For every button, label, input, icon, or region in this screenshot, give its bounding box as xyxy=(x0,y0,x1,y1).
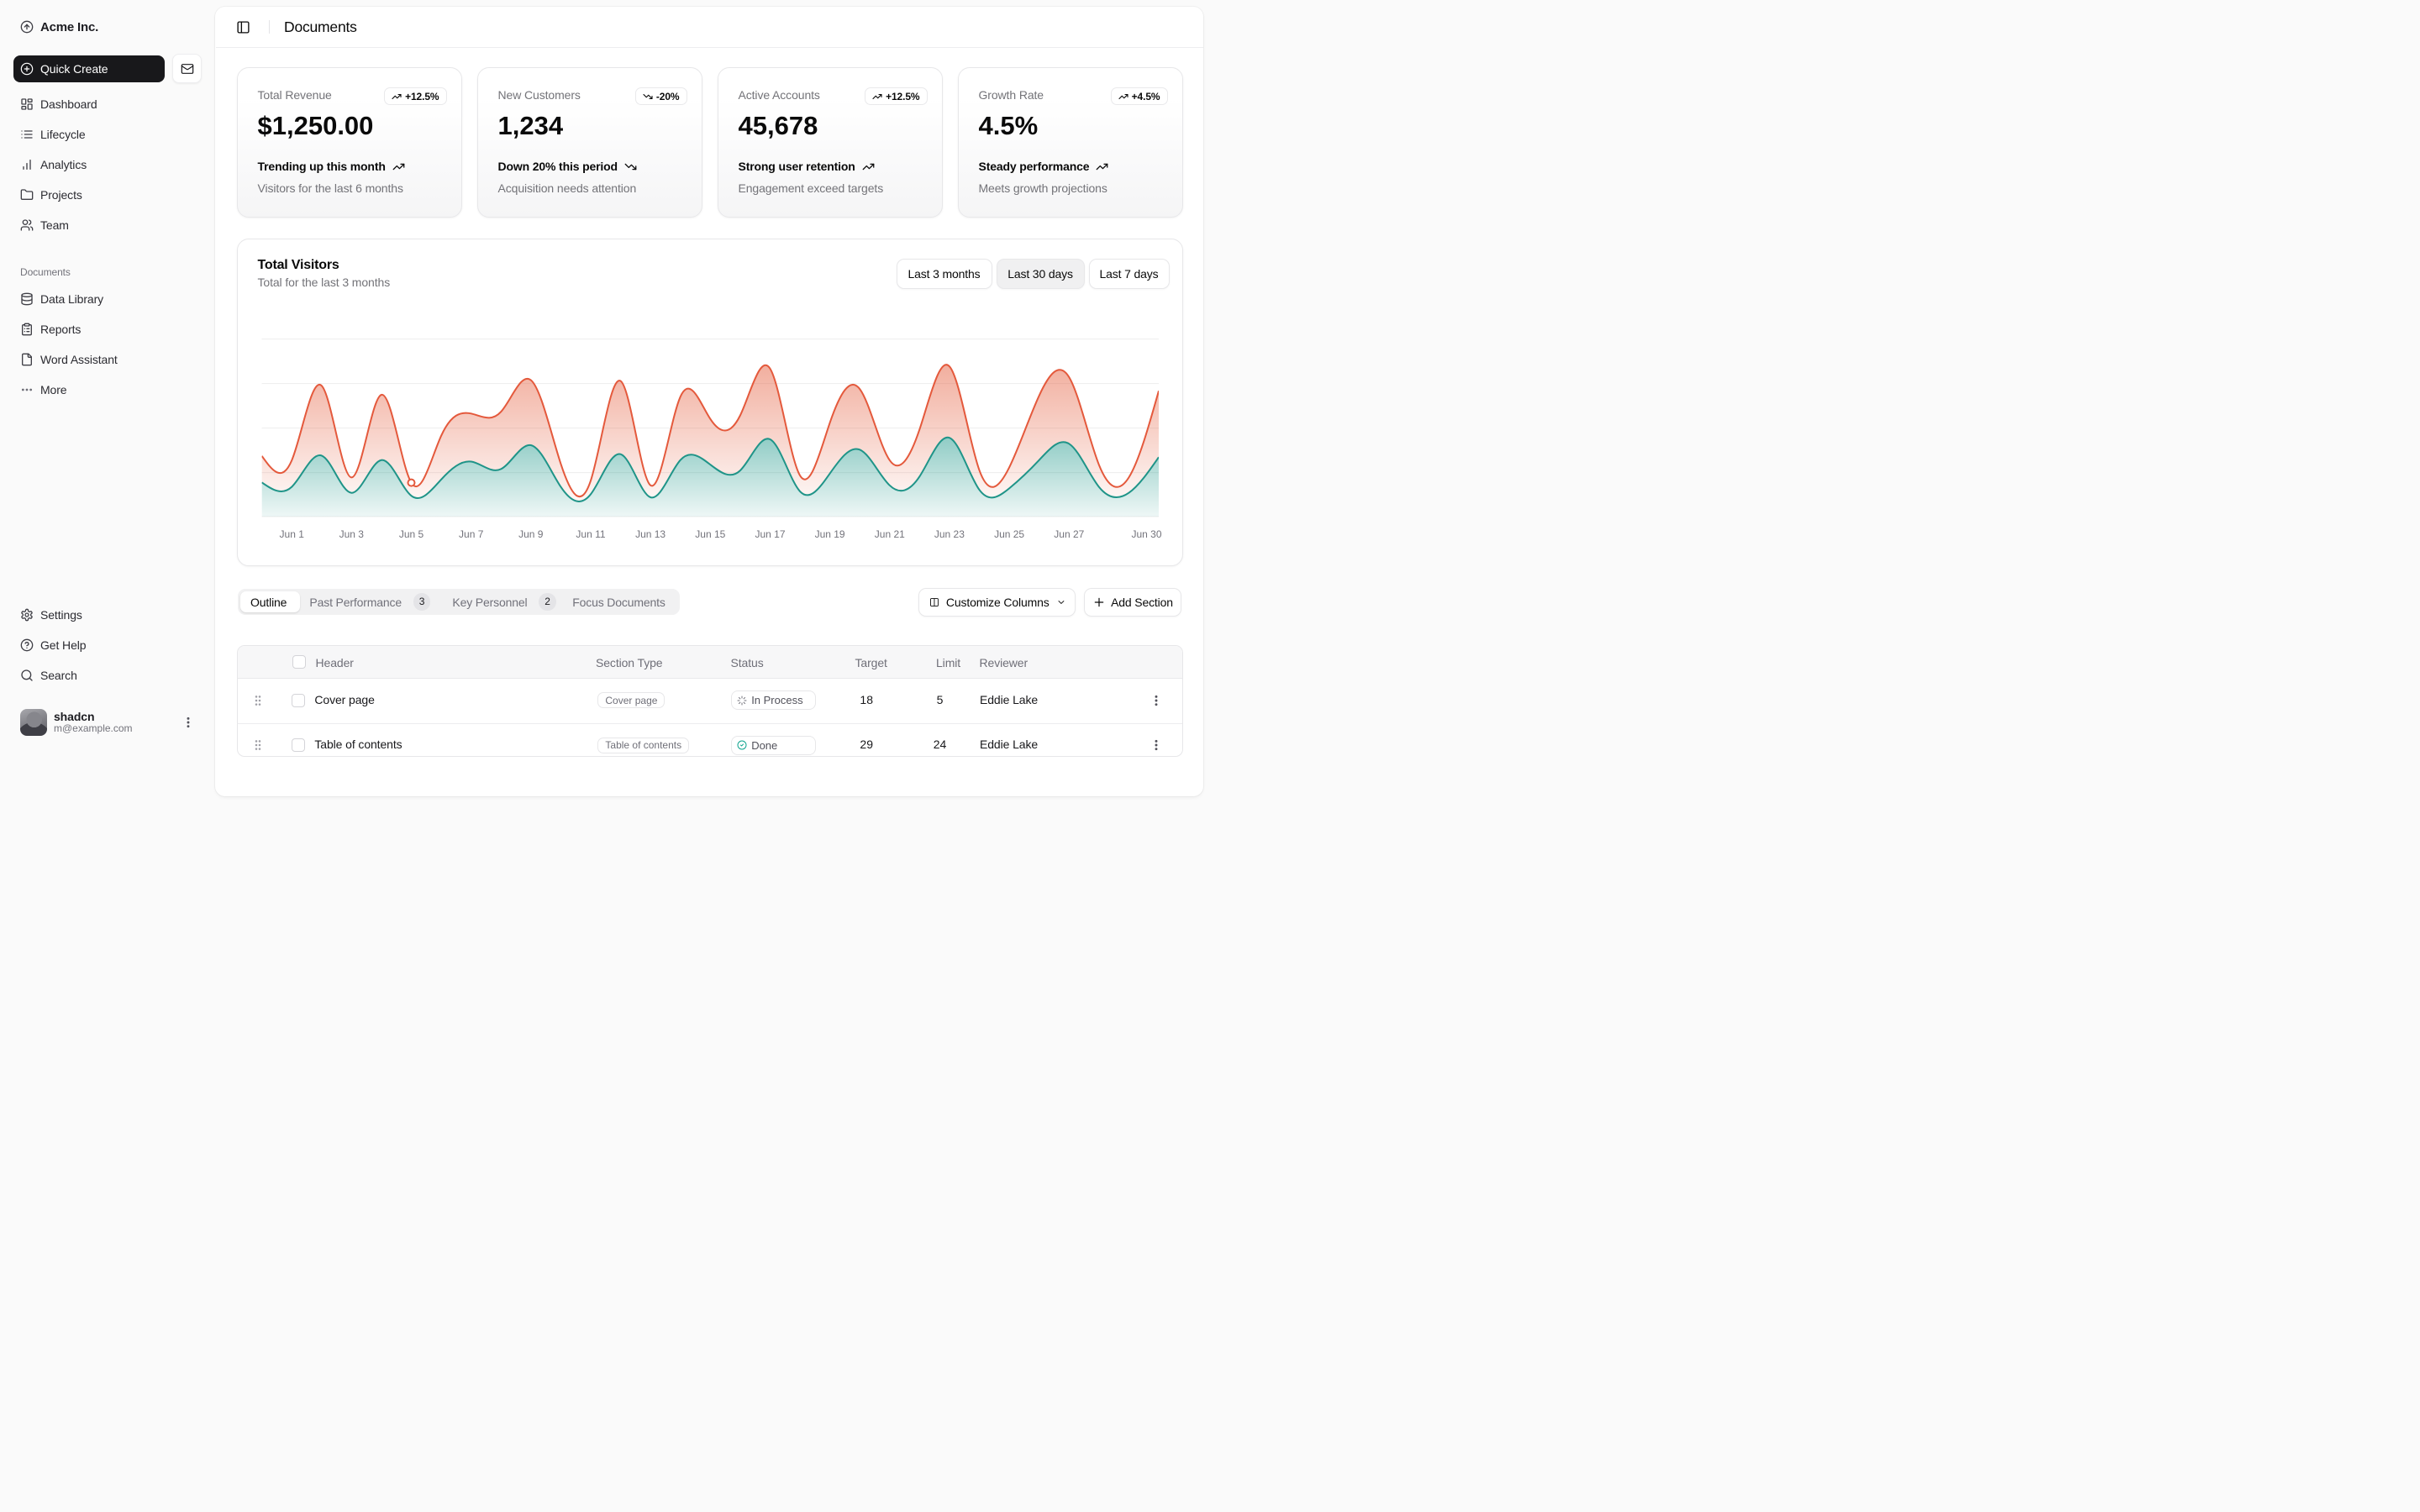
svg-text:Jun 30: Jun 30 xyxy=(1131,528,1161,540)
svg-text:Jun 3: Jun 3 xyxy=(339,528,364,540)
svg-text:Jun 23: Jun 23 xyxy=(934,528,964,540)
svg-text:Jun 21: Jun 21 xyxy=(874,528,904,540)
svg-text:Jun 5: Jun 5 xyxy=(398,528,424,540)
svg-text:Jun 7: Jun 7 xyxy=(459,528,484,540)
svg-text:Jun 17: Jun 17 xyxy=(755,528,785,540)
svg-text:Jun 15: Jun 15 xyxy=(695,528,725,540)
svg-text:Jun 9: Jun 9 xyxy=(518,528,544,540)
svg-text:Jun 11: Jun 11 xyxy=(576,528,605,540)
svg-text:Jun 25: Jun 25 xyxy=(994,528,1024,540)
svg-text:Jun 27: Jun 27 xyxy=(1054,528,1084,540)
svg-text:Jun 19: Jun 19 xyxy=(814,528,844,540)
svg-text:Jun 13: Jun 13 xyxy=(635,528,666,540)
svg-text:Jun 1: Jun 1 xyxy=(279,528,304,540)
